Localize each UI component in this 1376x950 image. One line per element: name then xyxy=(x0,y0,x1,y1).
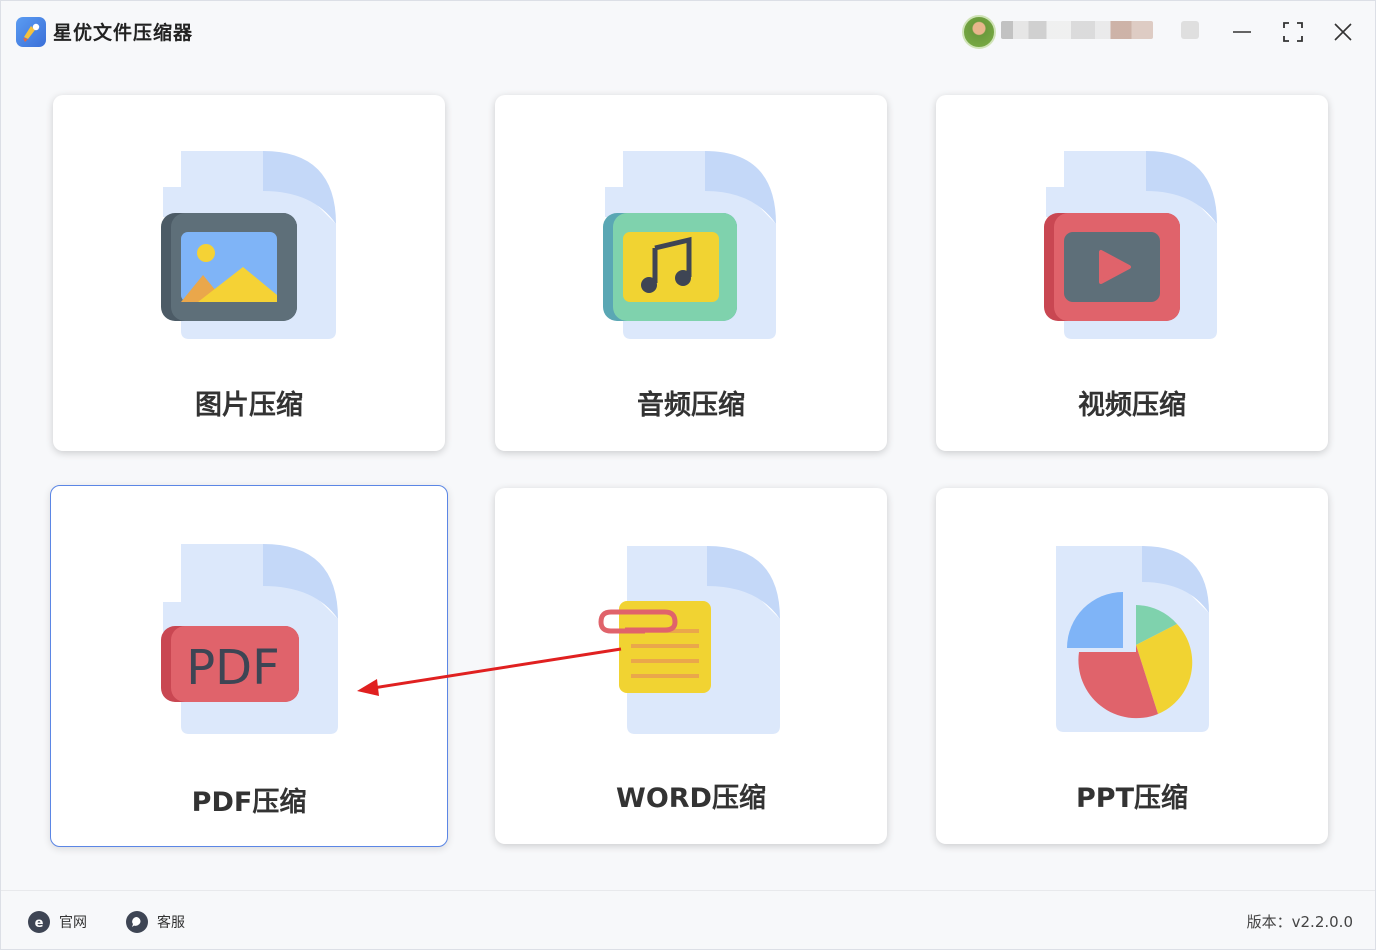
tool-label-word: WORD压缩 xyxy=(616,783,766,814)
tool-card-video[interactable]: 视频压缩 xyxy=(936,95,1328,451)
tool-card-word[interactable]: WORD压缩 xyxy=(495,488,887,844)
tool-card-image[interactable]: 图片压缩 xyxy=(53,95,445,451)
tool-card-audio[interactable]: 音频压缩 xyxy=(495,95,887,451)
maximize-button[interactable] xyxy=(1276,15,1310,49)
app-logo-icon xyxy=(16,17,46,47)
tool-label-pdf: PDF压缩 xyxy=(191,787,307,818)
pdf-file-icon: PDF xyxy=(161,544,338,734)
chat-icon xyxy=(126,911,148,933)
tool-label-image: 图片压缩 xyxy=(195,390,303,421)
support-link[interactable]: 客服 xyxy=(126,910,185,934)
image-file-icon xyxy=(161,151,336,339)
user-menu-icon[interactable] xyxy=(1181,21,1199,39)
word-file-icon xyxy=(598,546,780,734)
minimize-button[interactable] xyxy=(1225,15,1259,49)
app-title: 星优文件压缩器 xyxy=(53,22,194,44)
maximize-icon xyxy=(1283,22,1303,42)
browser-icon: e xyxy=(28,911,50,933)
tool-label-audio: 音频压缩 xyxy=(637,390,745,421)
website-link[interactable]: e 官网 xyxy=(28,910,87,934)
support-label: 客服 xyxy=(157,915,185,931)
minimize-icon xyxy=(1233,31,1251,33)
user-name[interactable] xyxy=(1001,21,1153,39)
svg-text:e: e xyxy=(35,916,44,929)
website-label: 官网 xyxy=(59,915,87,931)
app-window: 星优文件压缩器 图片压缩 音频压缩 视频压缩 PDF PDF压缩 WORD压缩 … xyxy=(0,0,1376,950)
close-icon xyxy=(1334,23,1352,41)
audio-file-icon xyxy=(603,151,776,339)
close-button[interactable] xyxy=(1326,15,1360,49)
title-bar: 星优文件压缩器 xyxy=(1,1,1375,61)
ppt-file-icon xyxy=(1056,546,1209,732)
user-avatar[interactable] xyxy=(962,15,996,49)
svg-text:PDF: PDF xyxy=(186,640,280,696)
video-file-icon xyxy=(1044,151,1217,339)
footer: e 官网 客服 版本：v2.2.0.0 xyxy=(1,890,1375,949)
tool-label-ppt: PPT压缩 xyxy=(1076,783,1188,814)
tool-label-video: 视频压缩 xyxy=(1078,390,1186,421)
version-label: 版本：v2.2.0.0 xyxy=(1246,913,1353,931)
tool-card-pdf[interactable]: PDF PDF压缩 xyxy=(50,485,448,847)
tool-card-ppt[interactable]: PPT压缩 xyxy=(936,488,1328,844)
